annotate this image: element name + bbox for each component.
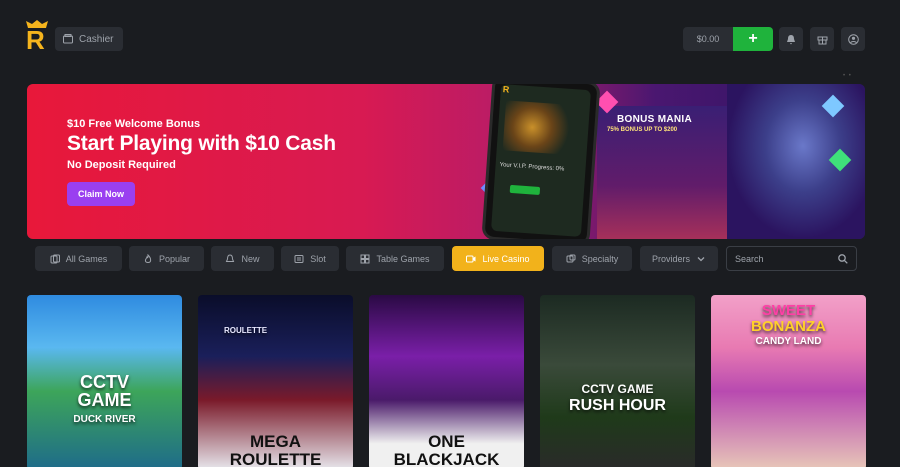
game-tile-one-blackjack[interactable]: ONE BLACKJACK [369,295,524,467]
game-tile-cctv-duck-river[interactable]: CCTV GAME DUCK RIVER [27,295,182,467]
game-tile-mega-roulette[interactable]: ROULETTE MEGA ROULETTE [198,295,353,467]
game-title: CCTV GAME [581,382,654,396]
filter-new[interactable]: New [211,246,274,271]
promo-banner[interactable]: $10 Free Welcome Bonus Start Playing wit… [27,84,865,239]
site-logo[interactable]: R [26,20,48,54]
bonus-mania-title: BONUS MANIA [617,114,692,125]
game-title: CCTV [80,372,129,392]
phone-game-art [502,100,576,156]
filter-label: Table Games [376,253,430,264]
dice-icon [566,254,576,262]
phone-mockup: R Your V.I.P. Progress: 0% [481,84,601,239]
filter-label: Popular [158,253,191,264]
bell-icon [787,34,795,44]
flame-icon [144,253,152,263]
cashier-label: Cashier [79,33,114,45]
game-title: ONE [428,432,465,451]
slot-icon [294,254,304,263]
live-icon [466,255,476,262]
phone-logo: R [502,84,510,95]
cards-icon [50,254,60,263]
game-subtitle: DUCK RIVER [73,414,136,425]
filter-slot[interactable]: Slot [281,246,339,271]
filter-providers[interactable]: Providers [640,246,718,271]
filter-table-games[interactable]: Table Games [346,246,444,271]
filter-label: New [241,253,260,264]
banner-subtitle: No Deposit Required [67,159,176,171]
game-tile-cctv-rush-hour[interactable]: CCTV GAME RUSH HOUR [540,295,695,467]
cashier-button[interactable]: Cashier [55,27,123,51]
bonus-mania-art [597,106,747,239]
table-icon [360,254,370,263]
notifications-button[interactable] [779,27,803,51]
search-box[interactable] [726,246,857,271]
search-icon[interactable] [838,253,848,264]
filter-label: Slot [310,253,326,264]
game-subtitle: CANDY LAND [755,336,822,347]
filter-live-casino[interactable]: Live Casino [452,246,544,271]
deposit-button[interactable]: + [733,27,773,51]
game-title: SWEET [761,302,816,319]
game-title: GAME [77,390,132,410]
bell-icon [226,253,235,262]
search-input[interactable] [735,253,835,264]
gifts-button[interactable] [810,27,834,51]
bonus-mania-subtitle: 75% BONUS UP TO $200 [607,127,678,133]
balance-display[interactable]: $0.00 [683,27,733,51]
filter-label: Specialty [581,253,619,264]
carousel-dots[interactable]: • • [843,73,852,79]
wallet-icon [63,34,73,44]
account-button[interactable] [841,27,865,51]
game-tile-sweet-bonanza[interactable]: SWEET BONANZA CANDY LAND [711,295,866,467]
gift-icon [817,36,827,44]
user-icon [847,33,859,45]
game-title: ROULETTE [229,450,322,467]
game-badge: ROULETTE [223,326,268,335]
game-title: RUSH HOUR [569,397,666,414]
logo-letter: R [26,25,45,55]
filter-specialty[interactable]: Specialty [552,246,632,271]
game-title: BLACKJACK [393,450,500,467]
filter-popular[interactable]: Popular [129,246,204,271]
banner-kicker: $10 Free Welcome Bonus [67,118,201,130]
filter-all-games[interactable]: All Games [35,246,122,271]
filter-label: All Games [65,253,108,264]
claim-now-button[interactable]: Claim Now [67,182,135,206]
banner-headline: Start Playing with $10 Cash [67,132,336,155]
game-title: BONANZA [751,318,826,335]
chevron-down-icon [697,256,705,261]
game-title: MEGA [250,432,301,451]
filter-label: Providers [651,253,690,264]
filter-label: Live Casino [482,253,530,264]
